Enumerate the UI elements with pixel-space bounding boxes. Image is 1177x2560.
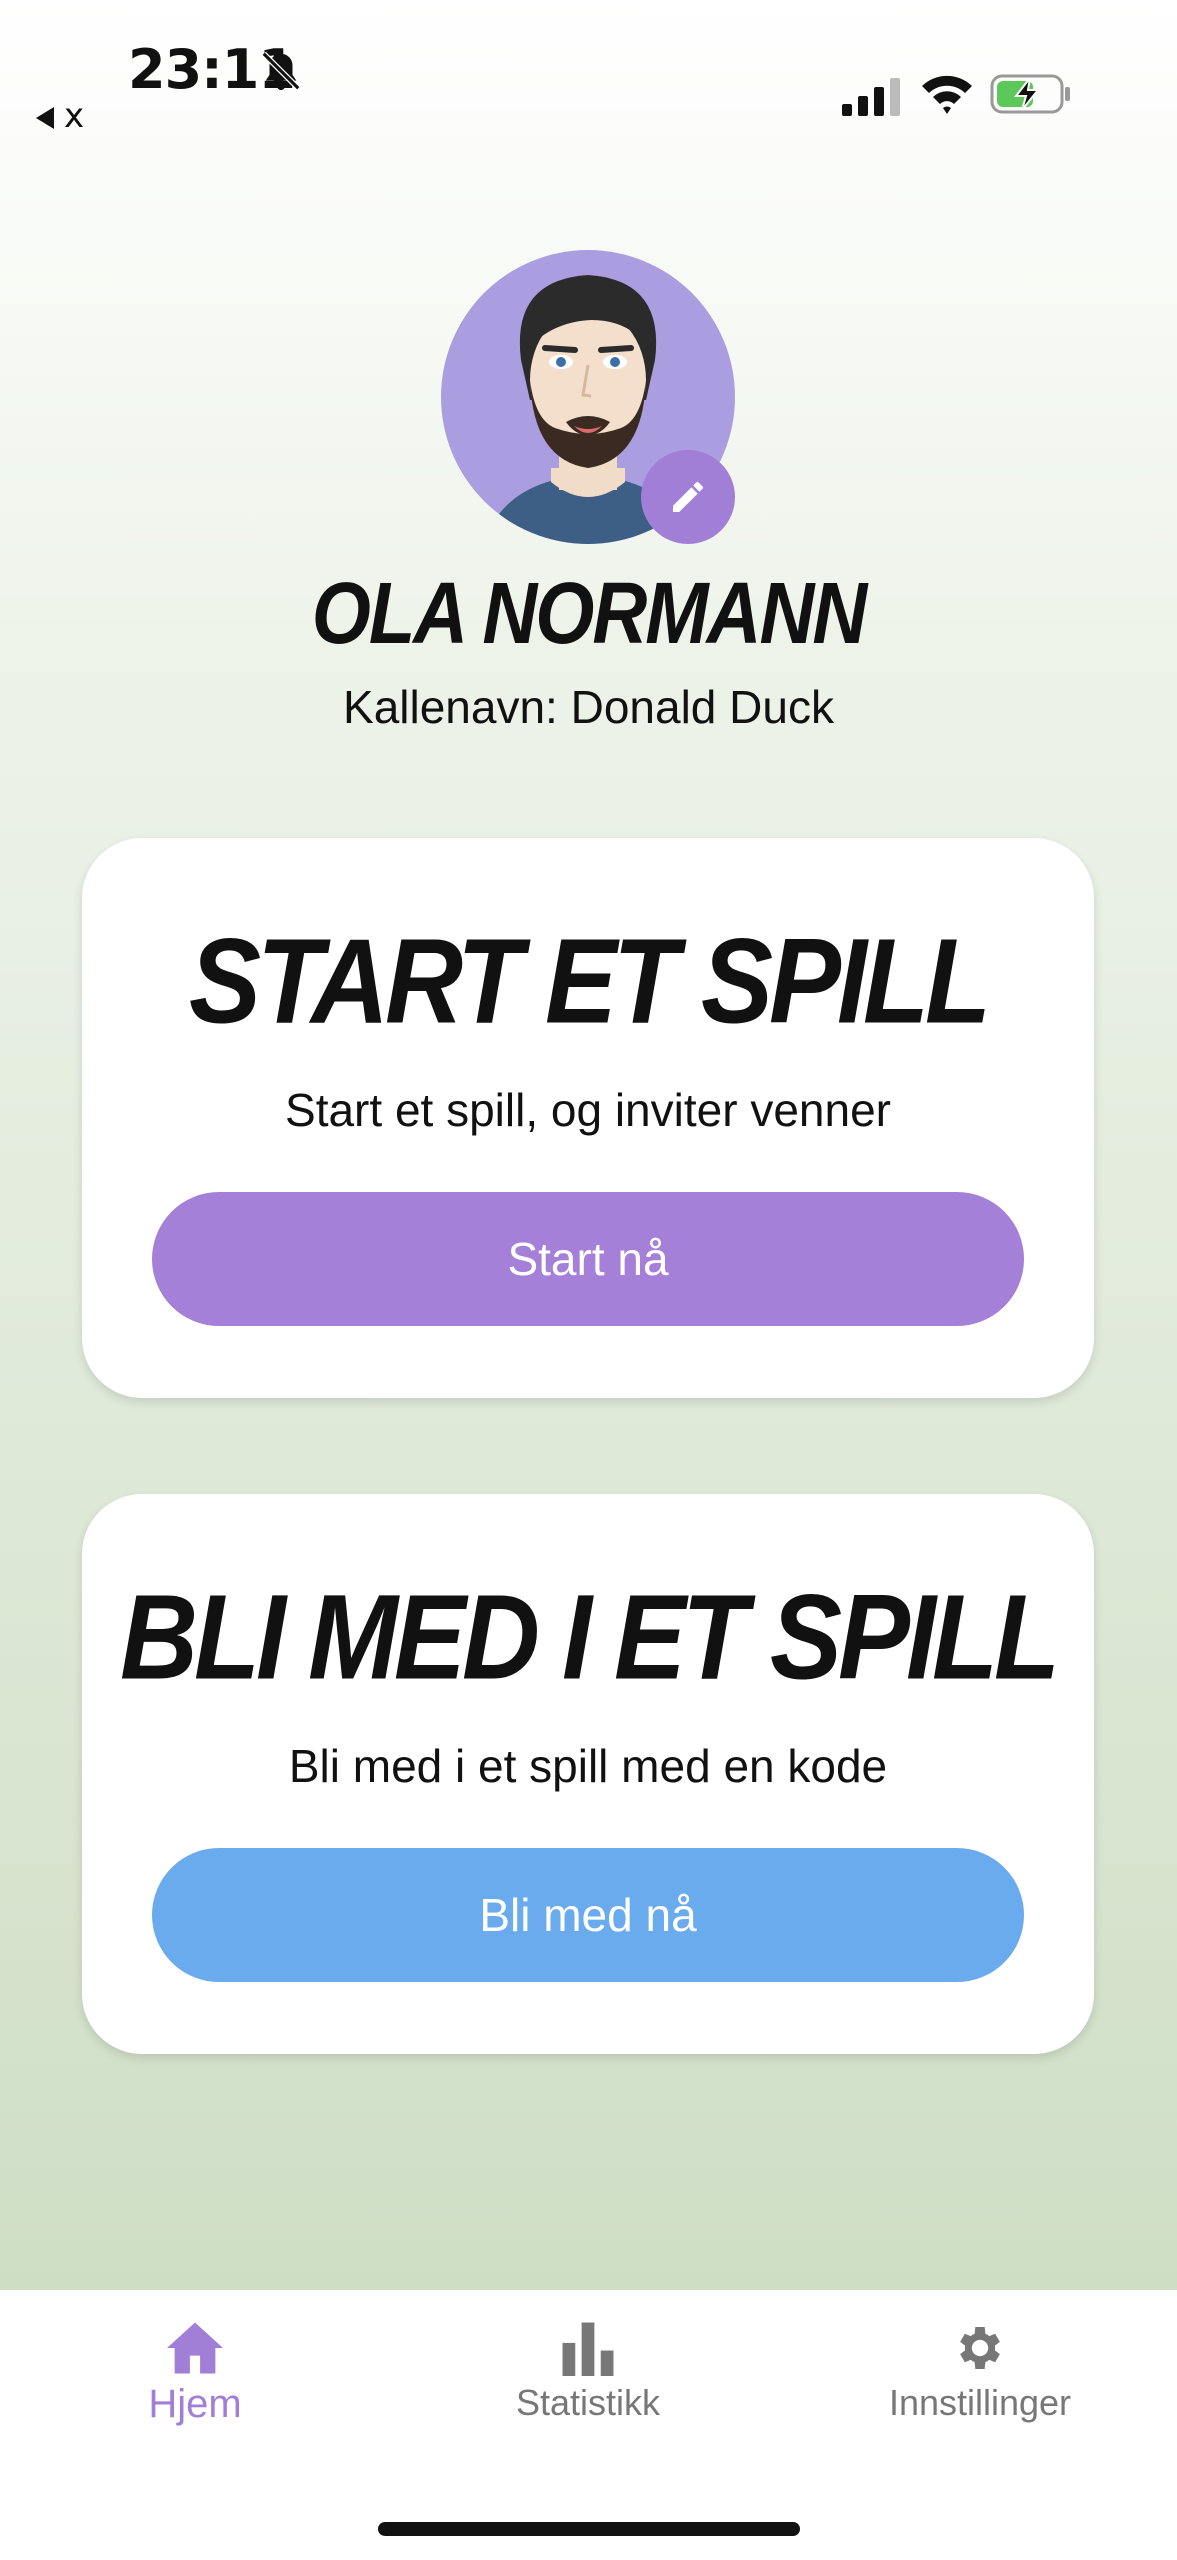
cellular-signal-icon	[842, 78, 900, 116]
edit-profile-button[interactable]	[641, 450, 735, 544]
home-icon	[167, 2322, 223, 2374]
profile-name: OLA NORMANN	[311, 564, 868, 663]
status-bar: 23:11 x	[0, 0, 1177, 140]
tab-home[interactable]: Hjem	[45, 2320, 345, 2427]
tab-bar: Hjem Statistikk Innstillinger	[0, 2290, 1177, 2560]
back-to-app-link[interactable]: x	[36, 96, 84, 136]
gear-icon	[960, 2327, 1000, 2369]
tab-statistics[interactable]: Statistikk	[438, 2320, 738, 2424]
back-arrow-icon	[36, 106, 54, 129]
join-now-button[interactable]: Bli med nå	[152, 1848, 1024, 1982]
pencil-icon	[673, 481, 703, 512]
tab-home-label: Hjem	[148, 2382, 242, 2426]
tab-settings[interactable]: Innstillinger	[830, 2320, 1130, 2424]
join-game-description: Bli med i et spill med en kode	[288, 1740, 888, 1792]
bell-muted-icon	[261, 51, 301, 91]
profile-nickname: Kallenavn: Donald Duck	[343, 681, 834, 733]
start-game-description: Start et spill, og inviter venner	[285, 1084, 891, 1136]
home-indicator[interactable]	[378, 2522, 800, 2536]
start-game-card: START ET SPILL Start et spill, og invite…	[82, 838, 1094, 1398]
back-label: x	[64, 96, 85, 136]
join-game-card: BLI MED I ET SPILL Bli med i et spill me…	[82, 1494, 1094, 2054]
wifi-icon	[922, 75, 972, 114]
tab-settings-label: Innstillinger	[888, 2382, 1072, 2423]
battery-charging-icon	[990, 74, 1070, 114]
join-game-title: BLI MED I ET SPILL	[119, 1568, 1060, 1705]
bar-chart-icon	[562, 2322, 614, 2376]
tab-statistics-label: Statistikk	[515, 2382, 661, 2423]
start-game-title: START ET SPILL	[188, 912, 991, 1049]
start-now-button[interactable]: Start nå	[152, 1192, 1024, 1326]
